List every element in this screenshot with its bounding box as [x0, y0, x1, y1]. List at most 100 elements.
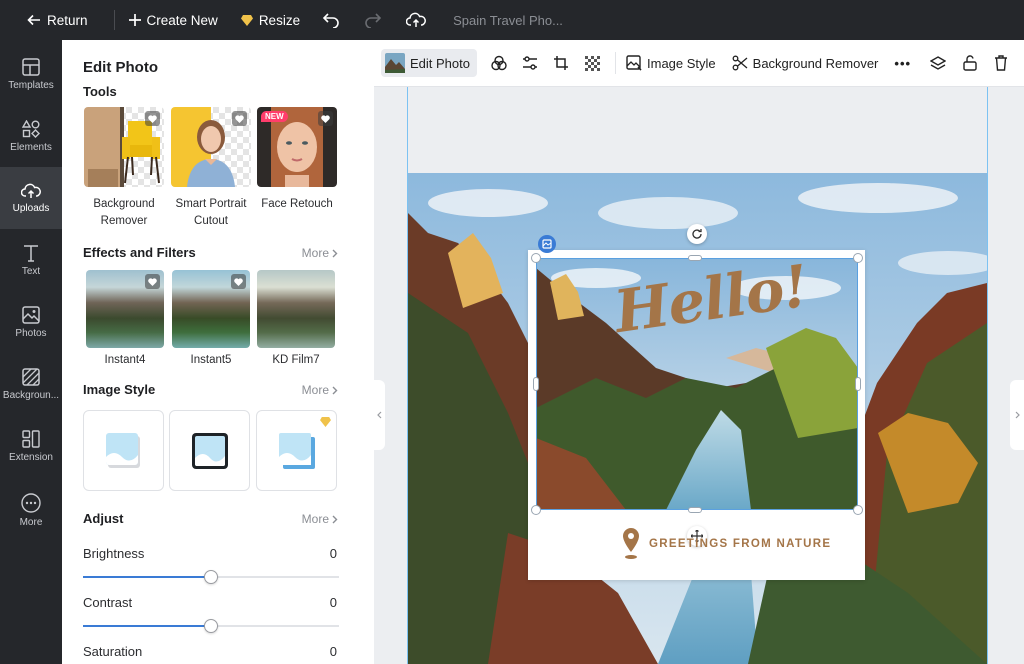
rail-item-photos[interactable]: Photos [0, 291, 62, 353]
more-options-label: ••• [894, 55, 912, 71]
edit-photo-button[interactable]: Edit Photo [381, 49, 477, 77]
return-label: Return [47, 12, 88, 28]
rail-item-text[interactable]: Text [0, 229, 62, 291]
effects-heading: Effects and Filters [83, 245, 196, 260]
image-badge-icon [542, 239, 552, 249]
brightness-value: 0 [329, 546, 337, 561]
layers-button[interactable] [927, 52, 949, 74]
unlock-icon [963, 55, 977, 71]
chevron-right-icon [332, 386, 338, 394]
filter-kd-film7[interactable] [257, 270, 335, 348]
image-style-button[interactable]: Image Style [626, 55, 716, 71]
rotate-handle[interactable] [687, 224, 707, 244]
style-border-icon [191, 432, 228, 469]
redo-button[interactable] [364, 12, 382, 28]
lock-button[interactable] [959, 52, 981, 74]
style-offset-icon [278, 432, 315, 469]
favorite-icon[interactable] [232, 111, 247, 126]
sliders-icon [523, 56, 537, 70]
create-new-label: Create New [146, 12, 218, 28]
transparency-icon [584, 55, 600, 71]
undo-button[interactable] [322, 12, 340, 28]
background-remover-tool[interactable] [84, 107, 164, 187]
filter-label: Instant4 [104, 354, 146, 366]
filter-label: Instant5 [190, 354, 232, 366]
brightness-slider[interactable] [83, 570, 339, 584]
resize-handle-right[interactable] [855, 377, 861, 391]
rail-item-background[interactable]: Backgroun... [0, 353, 62, 415]
rail-item-extension[interactable]: Extension [0, 415, 62, 477]
plus-icon [128, 14, 141, 26]
rail-label: Uploads [12, 202, 50, 214]
expand-right-panel-tab[interactable] [1010, 380, 1024, 450]
resize-handle-left[interactable] [533, 377, 539, 391]
favorite-icon[interactable] [318, 111, 333, 126]
create-new-button[interactable]: Create New [128, 12, 218, 28]
tools-heading: Tools [83, 84, 117, 99]
more-options-button[interactable]: ••• [894, 56, 911, 71]
cloud-save-button[interactable] [406, 12, 427, 28]
resize-handle-top[interactable] [688, 255, 702, 261]
extension-icon [22, 429, 40, 448]
image-style-more-link[interactable]: More [302, 383, 338, 397]
rail-item-elements[interactable]: Elements [0, 105, 62, 167]
element-type-badge[interactable] [538, 235, 556, 253]
image-style-shadow[interactable] [83, 410, 164, 491]
trash-icon [995, 55, 1007, 71]
rail-label: Text [21, 265, 41, 277]
delete-button[interactable] [990, 52, 1012, 74]
resize-button[interactable]: Resize [240, 12, 301, 28]
chevron-left-icon [377, 411, 382, 419]
rail-label: Photos [15, 327, 47, 339]
effects-tool-button[interactable] [488, 52, 510, 74]
contrast-slider[interactable] [83, 619, 339, 633]
favorite-icon[interactable] [231, 274, 246, 289]
slider-knob[interactable] [204, 570, 218, 584]
more-label: More [301, 246, 329, 260]
background-remover-label: Background Remover [752, 55, 879, 71]
background-remover-button[interactable]: Background Remover [732, 55, 879, 71]
resize-handle-br[interactable] [853, 505, 863, 515]
resize-handle-tr[interactable] [853, 253, 863, 263]
more-icon [21, 492, 41, 513]
transparency-tool-button[interactable] [581, 52, 603, 74]
rail-item-more[interactable]: More [0, 479, 62, 541]
adjust-tool-button[interactable] [519, 52, 541, 74]
face-retouch-tool[interactable]: NEW [257, 107, 337, 187]
filter-instant5[interactable] [172, 270, 250, 348]
editor-toolbar: Edit Photo Image Style Background Remove… [374, 40, 1024, 87]
greeting-text[interactable]: GREETINGS FROM NATURE [649, 538, 831, 550]
smart-portrait-cutout-tool[interactable] [171, 107, 251, 187]
cloud-upload-icon [406, 12, 427, 27]
rail-item-uploads[interactable]: Uploads [0, 167, 62, 229]
resize-handle-tl[interactable] [531, 253, 541, 263]
effects-more-link[interactable]: More [302, 246, 338, 260]
text-icon [24, 244, 38, 262]
tool-label-line1: Smart Portrait [175, 198, 247, 210]
document-title[interactable]: Spain Travel Pho... [453, 13, 563, 28]
slider-knob[interactable] [204, 619, 218, 633]
top-bar: Return Create New Resize Spain Travel Ph… [0, 0, 1024, 40]
photo-thumbnail-icon [385, 53, 405, 73]
rail-item-templates[interactable]: Templates [0, 43, 62, 105]
favorite-icon[interactable] [145, 111, 160, 126]
panel-title: Edit Photo [83, 59, 158, 76]
image-style-icon [626, 55, 642, 71]
rail-label: Templates [8, 79, 54, 91]
resize-handle-bottom[interactable] [688, 507, 702, 513]
image-style-border[interactable] [169, 410, 250, 491]
favorite-icon[interactable] [145, 274, 160, 289]
adjust-more-link[interactable]: More [302, 512, 338, 526]
scissors-icon [732, 55, 748, 71]
crop-tool-button[interactable] [550, 52, 572, 74]
tool-label: Background Remover [84, 196, 164, 230]
rail-label: Elements [10, 141, 52, 153]
return-button[interactable]: Return [27, 13, 88, 28]
resize-handle-bl[interactable] [531, 505, 541, 515]
resize-label: Resize [258, 12, 301, 28]
diamond-icon [240, 14, 253, 26]
filter-instant4[interactable] [86, 270, 164, 348]
image-style-offset[interactable] [256, 410, 337, 491]
divider [615, 52, 616, 74]
collapse-panel-tab[interactable] [374, 380, 385, 450]
